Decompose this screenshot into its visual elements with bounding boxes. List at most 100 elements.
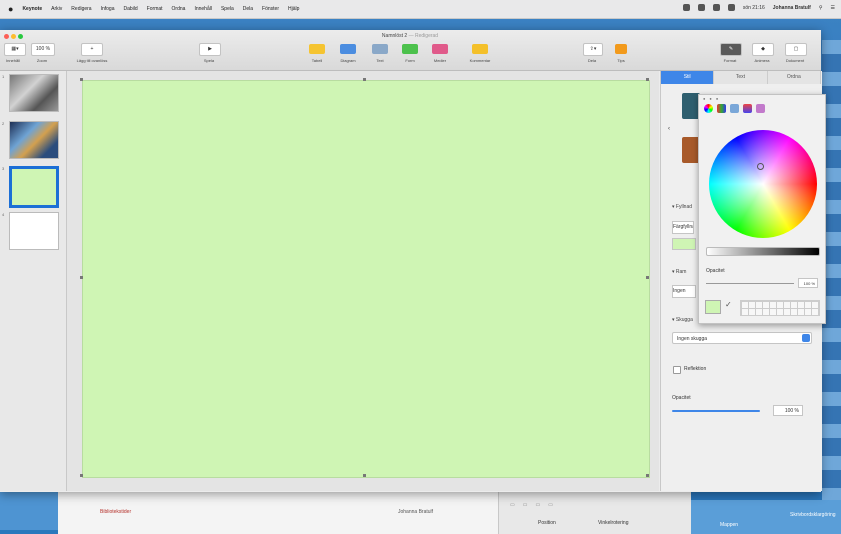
picker-close-icon[interactable]: ●: [703, 96, 705, 101]
reflection-checkbox[interactable]: [673, 366, 681, 374]
menu-infoga[interactable]: Infoga: [101, 6, 115, 12]
shadow-select-value: Ingen skugga: [677, 336, 708, 342]
apple-menu-icon[interactable]: ●: [8, 4, 13, 14]
view-button[interactable]: ▦▾: [4, 43, 26, 56]
color-wheel-cursor[interactable]: [757, 163, 764, 170]
resize-handle[interactable]: [80, 78, 83, 81]
chart-label: Diagram: [340, 58, 356, 63]
color-wheel-mode-icon[interactable]: [704, 104, 713, 113]
fill-type-select[interactable]: Färgfyllnad: [672, 221, 694, 234]
zoom-select[interactable]: 100 %: [31, 43, 55, 56]
minimize-window-button[interactable]: [11, 34, 16, 39]
sliders-mode-icon[interactable]: [717, 104, 726, 113]
resize-handle[interactable]: [363, 474, 366, 477]
notification-center-icon[interactable]: ☰: [831, 5, 835, 11]
add-slide-label: Lägg till ovanlöss: [76, 58, 108, 63]
background-panel-tabs: ▭ ▭ ▭ ▭: [510, 502, 553, 508]
status-icon[interactable]: [697, 4, 705, 11]
document-button[interactable]: ▢: [785, 43, 807, 56]
battery-icon[interactable]: [727, 4, 735, 11]
menu-clock[interactable]: sön 21:16: [743, 5, 765, 11]
menu-app[interactable]: Keynote: [22, 6, 42, 12]
swatch-prev-arrow-icon[interactable]: ‹: [668, 126, 670, 132]
view-label: Innehåll: [5, 58, 20, 63]
tab-text[interactable]: Text: [714, 71, 768, 84]
menu-extras: sön 21:16 Johanna Bratulf ⚲ ☰: [682, 4, 835, 11]
menu-dela[interactable]: Dela: [243, 6, 253, 12]
resize-handle[interactable]: [646, 78, 649, 81]
menu-arkiv[interactable]: Arkiv: [51, 6, 62, 12]
border-section-title[interactable]: ▾ Ram: [672, 269, 686, 275]
color-wheel[interactable]: [709, 130, 817, 238]
spectrum-mode-icon[interactable]: [743, 104, 752, 113]
picker-opacity-field[interactable]: 100 %: [798, 278, 818, 288]
background-inspector-panel[interactable]: [498, 492, 691, 534]
tab-style[interactable]: Stil: [661, 71, 715, 84]
saved-color-swatches[interactable]: [740, 300, 820, 316]
slide-background-shape[interactable]: [82, 80, 650, 478]
picker-opacity-slider[interactable]: [706, 283, 794, 284]
background-position-label: Position: [538, 520, 556, 526]
fill-section-title[interactable]: ▾ Fyllnad: [672, 204, 692, 210]
media-label: Medier: [433, 58, 447, 63]
slide-thumbnail[interactable]: [9, 74, 59, 112]
background-document-title: Bibliotekstider: [100, 509, 132, 515]
menu-dabild[interactable]: Dabild: [124, 6, 138, 12]
comment-icon[interactable]: [472, 44, 488, 54]
palettes-mode-icon[interactable]: [730, 104, 739, 113]
menu-format[interactable]: Format: [147, 6, 163, 12]
brightness-slider[interactable]: [706, 247, 820, 256]
current-color-well[interactable]: [705, 300, 721, 314]
zoom-window-button[interactable]: [18, 34, 23, 39]
desktop-item-label[interactable]: Skrivbordsklargöring: [790, 512, 836, 518]
share-label: Dela: [587, 58, 597, 63]
menu-innehall[interactable]: Innehåll: [194, 6, 212, 12]
format-button[interactable]: ✎: [720, 43, 742, 56]
add-slide-button[interactable]: +: [81, 43, 103, 56]
picker-zoom-icon[interactable]: ●: [716, 96, 718, 101]
menu-user[interactable]: Johanna Bratulf: [773, 5, 811, 11]
share-button[interactable]: ⇪▾: [583, 43, 603, 56]
menu-fonster[interactable]: Fönster: [262, 6, 279, 12]
chart-icon[interactable]: [340, 44, 356, 54]
tips-icon[interactable]: [615, 44, 627, 54]
menu-redigera[interactable]: Redigera: [71, 6, 91, 12]
picker-minimize-icon[interactable]: ●: [709, 96, 711, 101]
slide-thumbnail[interactable]: [9, 212, 59, 250]
slide-thumbnail[interactable]: [9, 121, 59, 159]
resize-handle[interactable]: [363, 78, 366, 81]
table-icon[interactable]: [309, 44, 325, 54]
spotlight-icon[interactable]: ⚲: [819, 5, 823, 11]
resize-handle[interactable]: [646, 474, 649, 477]
opacity-slider[interactable]: [672, 410, 760, 412]
tab-arrange[interactable]: Ordna: [767, 71, 821, 84]
resize-handle[interactable]: [80, 474, 83, 477]
menu-hjalp[interactable]: Hjälp: [288, 6, 299, 12]
wifi-icon[interactable]: [712, 4, 720, 11]
close-window-button[interactable]: [4, 34, 9, 39]
text-icon[interactable]: [372, 44, 388, 54]
status-icon[interactable]: [682, 4, 690, 11]
resize-handle[interactable]: [80, 276, 83, 279]
fill-color-well[interactable]: [672, 238, 696, 250]
play-button[interactable]: ▶: [199, 43, 221, 56]
menu-spela[interactable]: Spela: [221, 6, 234, 12]
shadow-section-title[interactable]: ▾ Skugga: [672, 317, 693, 323]
text-label: Text: [376, 58, 384, 63]
desktop-item-label[interactable]: Mappen: [720, 522, 738, 528]
border-type-select[interactable]: Ingen ram: [672, 285, 696, 298]
slide-thumbnail-selected[interactable]: [9, 166, 59, 208]
play-label: Spela: [203, 58, 215, 63]
opacity-field[interactable]: 100 %: [773, 405, 803, 416]
media-icon[interactable]: [432, 44, 448, 54]
picker-window-controls: ● ● ●: [703, 96, 718, 101]
menu-ordna[interactable]: Ordna: [172, 6, 186, 12]
resize-handle[interactable]: [646, 276, 649, 279]
edited-label: — Redigerad: [408, 33, 439, 39]
pencils-mode-icon[interactable]: [756, 104, 765, 113]
table-label: Tabell: [311, 58, 323, 63]
eyedropper-icon[interactable]: ✓: [725, 300, 732, 309]
shadow-select[interactable]: Ingen skugga: [672, 332, 812, 344]
animate-button[interactable]: ◆: [752, 43, 774, 56]
shape-icon[interactable]: [402, 44, 418, 54]
